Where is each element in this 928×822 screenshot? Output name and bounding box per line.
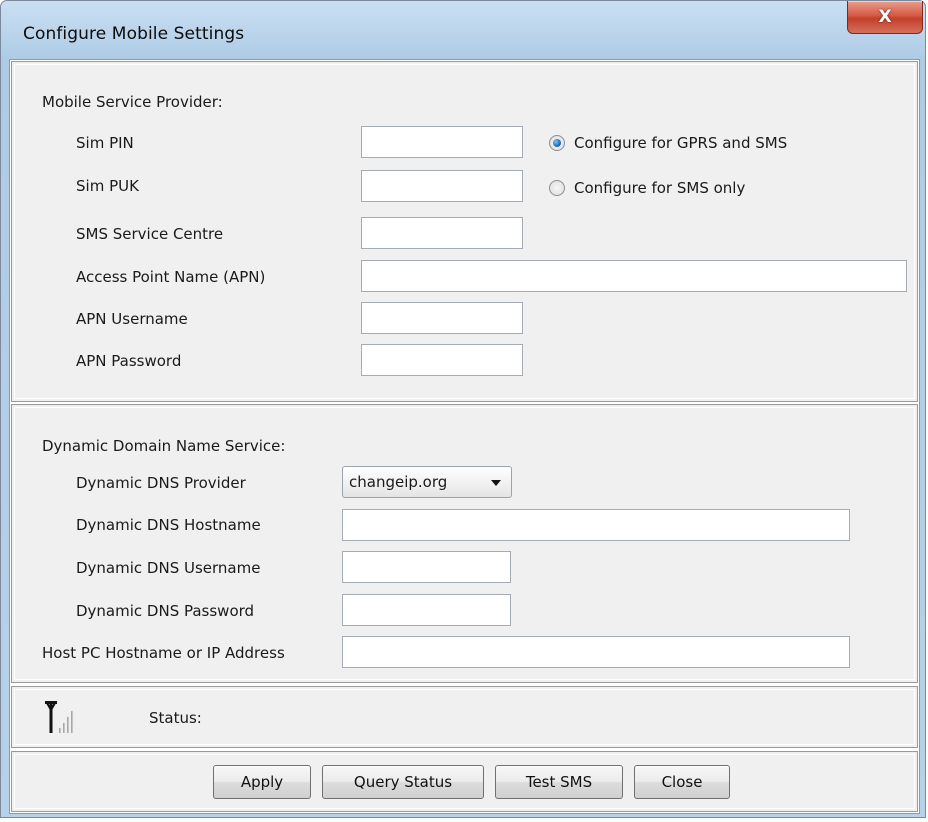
ddns-username-label: Dynamic DNS Username (76, 559, 261, 577)
sim-puk-label: Sim PUK (76, 177, 139, 195)
apn-username-input[interactable] (361, 302, 523, 334)
apn-password-label: APN Password (76, 352, 182, 370)
radio-gprs-and-sms[interactable]: Configure for GPRS and SMS (549, 134, 787, 152)
ddns-section-label: Dynamic Domain Name Service: (42, 437, 286, 455)
host-pc-label: Host PC Hostname or IP Address (42, 644, 285, 662)
chevron-down-icon (491, 480, 501, 486)
ddns-hostname-label: Dynamic DNS Hostname (76, 516, 261, 534)
apn-username-label: APN Username (76, 310, 188, 328)
window-title: Configure Mobile Settings (23, 24, 245, 44)
ddns-provider-select[interactable]: changeip.org (342, 466, 512, 498)
sms-centre-label: SMS Service Centre (76, 225, 224, 243)
ddns-password-label: Dynamic DNS Password (76, 602, 255, 620)
test-sms-button[interactable]: Test SMS (495, 765, 623, 799)
radio-selected-icon[interactable] (549, 135, 565, 151)
ddns-provider-value: changeip.org (349, 473, 448, 491)
ddns-provider-label: Dynamic DNS Provider (76, 474, 246, 492)
dialog-content: Mobile Service Provider: Sim PIN Sim PUK… (9, 59, 920, 814)
radio-unselected-icon[interactable] (549, 180, 565, 196)
sms-centre-input[interactable] (361, 217, 523, 249)
window-close-button[interactable]: X (847, 1, 923, 34)
button-bar: Apply Query Status Test SMS Close (11, 751, 918, 812)
status-panel: Status: (11, 686, 918, 748)
ddns-hostname-input[interactable] (342, 509, 850, 541)
close-icon: X (878, 7, 892, 27)
apply-button[interactable]: Apply (213, 765, 311, 799)
radio-sms-label: Configure for SMS only (574, 179, 746, 197)
sim-pin-input[interactable] (361, 126, 523, 158)
apn-input[interactable] (361, 260, 907, 292)
ddns-password-input[interactable] (342, 594, 511, 626)
host-pc-input[interactable] (342, 636, 850, 668)
radio-gprs-label: Configure for GPRS and SMS (574, 134, 788, 152)
ddns-username-input[interactable] (342, 551, 511, 583)
title-bar[interactable]: Configure Mobile Settings X (1, 1, 925, 61)
sim-pin-label: Sim PIN (76, 134, 134, 152)
close-button[interactable]: Close (634, 765, 730, 799)
signal-antenna-icon (45, 701, 73, 733)
dialog-window: Configure Mobile Settings X Mobile Servi… (0, 0, 926, 818)
radio-sms-only[interactable]: Configure for SMS only (549, 179, 745, 197)
sim-puk-input[interactable] (361, 170, 523, 202)
mobile-section-label: Mobile Service Provider: (42, 93, 223, 111)
apn-label: Access Point Name (APN) (76, 268, 266, 286)
mobile-service-panel: Mobile Service Provider: Sim PIN Sim PUK… (11, 61, 918, 402)
query-status-button[interactable]: Query Status (322, 765, 484, 799)
status-label: Status: (149, 709, 202, 727)
ddns-panel: Dynamic Domain Name Service: Dynamic DNS… (11, 404, 918, 683)
apn-password-input[interactable] (361, 344, 523, 376)
